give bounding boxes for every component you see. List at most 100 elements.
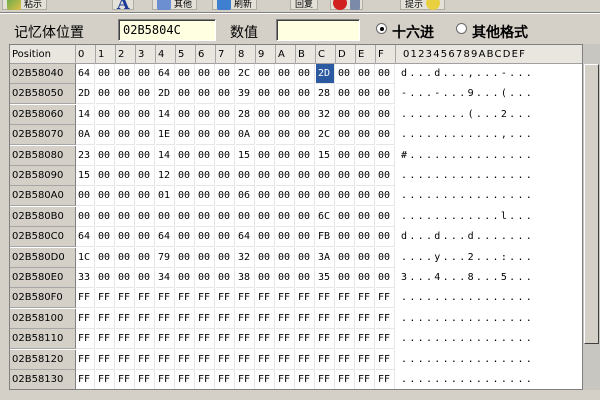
byte-cell[interactable]: 00 — [276, 247, 295, 268]
byte-cell[interactable]: FF — [376, 349, 395, 370]
byte-cell[interactable]: 00 — [176, 64, 195, 84]
byte-cell[interactable]: FF — [116, 329, 135, 350]
byte-cell[interactable]: FF — [276, 288, 295, 309]
radio-hex[interactable] — [376, 23, 387, 34]
byte-cell[interactable]: 00 — [96, 206, 115, 227]
byte-cell[interactable]: 00 — [256, 84, 275, 105]
byte-cell[interactable]: 00 — [136, 125, 155, 146]
byte-cell[interactable]: 64 — [76, 227, 95, 248]
byte-cell[interactable]: FF — [116, 288, 135, 309]
hint-button[interactable]: 提示 — [400, 0, 446, 10]
byte-cell[interactable]: FF — [96, 288, 115, 309]
byte-cell[interactable]: 00 — [376, 145, 395, 166]
byte-cell[interactable]: 00 — [376, 166, 395, 186]
byte-cell[interactable]: 00 — [136, 166, 155, 186]
byte-cell[interactable]: FF — [336, 288, 355, 309]
byte-cell[interactable]: 00 — [276, 186, 295, 207]
ascii-cell[interactable]: ................ — [401, 370, 534, 389]
byte-cell[interactable]: 00 — [116, 268, 135, 288]
byte-cell[interactable]: FF — [96, 329, 115, 350]
byte-cell[interactable]: 00 — [336, 268, 355, 288]
byte-cell[interactable]: 00 — [176, 166, 195, 186]
byte-cell[interactable]: 00 — [376, 186, 395, 207]
byte-cell[interactable]: FF — [176, 370, 195, 389]
byte-cell[interactable]: FF — [376, 329, 395, 350]
byte-cell[interactable]: FF — [296, 349, 315, 370]
byte-cell[interactable]: 00 — [216, 64, 235, 84]
byte-cell[interactable]: 00 — [376, 84, 395, 105]
byte-cell[interactable]: 00 — [336, 206, 355, 227]
byte-cell[interactable]: FF — [356, 349, 375, 370]
byte-cell[interactable]: 33 — [76, 268, 95, 288]
byte-cell[interactable]: 00 — [376, 104, 395, 125]
byte-cell[interactable]: 00 — [116, 64, 135, 84]
byte-cell[interactable]: FF — [96, 370, 115, 389]
byte-cell[interactable]: 14 — [156, 104, 175, 125]
stop-button[interactable] — [330, 0, 363, 10]
byte-cell[interactable]: FF — [316, 329, 335, 350]
byte-cell[interactable]: FF — [96, 308, 115, 329]
ascii-cell[interactable]: ................ — [401, 166, 534, 186]
ascii-cell[interactable]: ................ — [401, 350, 534, 370]
byte-cell[interactable]: 00 — [116, 104, 135, 125]
byte-cell[interactable]: FF — [276, 370, 295, 389]
byte-cell[interactable]: 00 — [356, 166, 375, 186]
byte-cell[interactable]: 00 — [336, 227, 355, 248]
byte-cell[interactable]: 00 — [116, 145, 135, 166]
byte-cell[interactable]: FF — [236, 370, 255, 389]
byte-cell[interactable]: FF — [356, 329, 375, 350]
byte-cell[interactable]: FF — [116, 349, 135, 370]
byte-cell[interactable]: 01 — [156, 186, 175, 207]
byte-cell[interactable]: 00 — [136, 247, 155, 268]
byte-cell[interactable]: 00 — [196, 268, 215, 288]
byte-cell[interactable]: 15 — [316, 145, 335, 166]
byte-cell[interactable]: 28 — [236, 104, 255, 125]
byte-cell[interactable]: 00 — [256, 268, 275, 288]
byte-cell[interactable]: 00 — [136, 268, 155, 288]
byte-cell[interactable]: 00 — [176, 268, 195, 288]
byte-cell[interactable]: 23 — [76, 145, 95, 166]
value-input[interactable] — [276, 19, 360, 41]
byte-cell[interactable]: 00 — [296, 268, 315, 288]
byte-cell[interactable]: FF — [136, 349, 155, 370]
byte-cell[interactable]: 00 — [316, 166, 335, 186]
byte-cell[interactable]: 00 — [376, 206, 395, 227]
byte-cell[interactable]: FF — [156, 370, 175, 389]
byte-cell[interactable]: 00 — [276, 145, 295, 166]
byte-cell[interactable]: 00 — [356, 64, 375, 84]
byte-cell[interactable]: 00 — [216, 247, 235, 268]
byte-cell[interactable]: 00 — [216, 206, 235, 227]
byte-cell[interactable]: 00 — [116, 84, 135, 105]
byte-cell[interactable]: 00 — [316, 186, 335, 207]
byte-cell[interactable]: 00 — [176, 145, 195, 166]
byte-cell[interactable]: 00 — [176, 104, 195, 125]
byte-cell[interactable]: FF — [116, 308, 135, 329]
byte-cell[interactable]: 6C — [316, 206, 335, 227]
byte-cell[interactable]: 00 — [196, 145, 215, 166]
byte-cell[interactable]: 00 — [336, 125, 355, 146]
byte-cell[interactable]: FF — [136, 370, 155, 389]
font-button[interactable]: A — [112, 0, 135, 12]
byte-cell[interactable]: FF — [176, 308, 195, 329]
byte-cell[interactable]: 00 — [76, 206, 95, 227]
byte-cell[interactable]: 14 — [76, 104, 95, 125]
byte-cell[interactable]: 00 — [236, 206, 255, 227]
byte-cell[interactable]: 00 — [116, 247, 135, 268]
byte-cell[interactable]: FF — [196, 329, 215, 350]
scrollbar-thumb[interactable] — [584, 64, 599, 344]
byte-cell[interactable]: 00 — [136, 84, 155, 105]
byte-cell[interactable]: 00 — [336, 84, 355, 105]
byte-cell[interactable]: FF — [216, 308, 235, 329]
byte-cell[interactable]: FF — [136, 308, 155, 329]
byte-cell[interactable]: 00 — [96, 186, 115, 207]
byte-cell[interactable]: 00 — [136, 227, 155, 248]
byte-cell[interactable]: 00 — [376, 268, 395, 288]
byte-cell[interactable]: 0A — [236, 125, 255, 146]
byte-cell[interactable]: FF — [236, 349, 255, 370]
byte-cell[interactable]: 15 — [236, 145, 255, 166]
byte-cell[interactable]: 00 — [96, 104, 115, 125]
byte-cell[interactable]: 00 — [136, 186, 155, 207]
byte-cell[interactable]: FF — [256, 288, 275, 309]
byte-cell[interactable]: FF — [156, 288, 175, 309]
byte-cell[interactable]: 00 — [116, 227, 135, 248]
